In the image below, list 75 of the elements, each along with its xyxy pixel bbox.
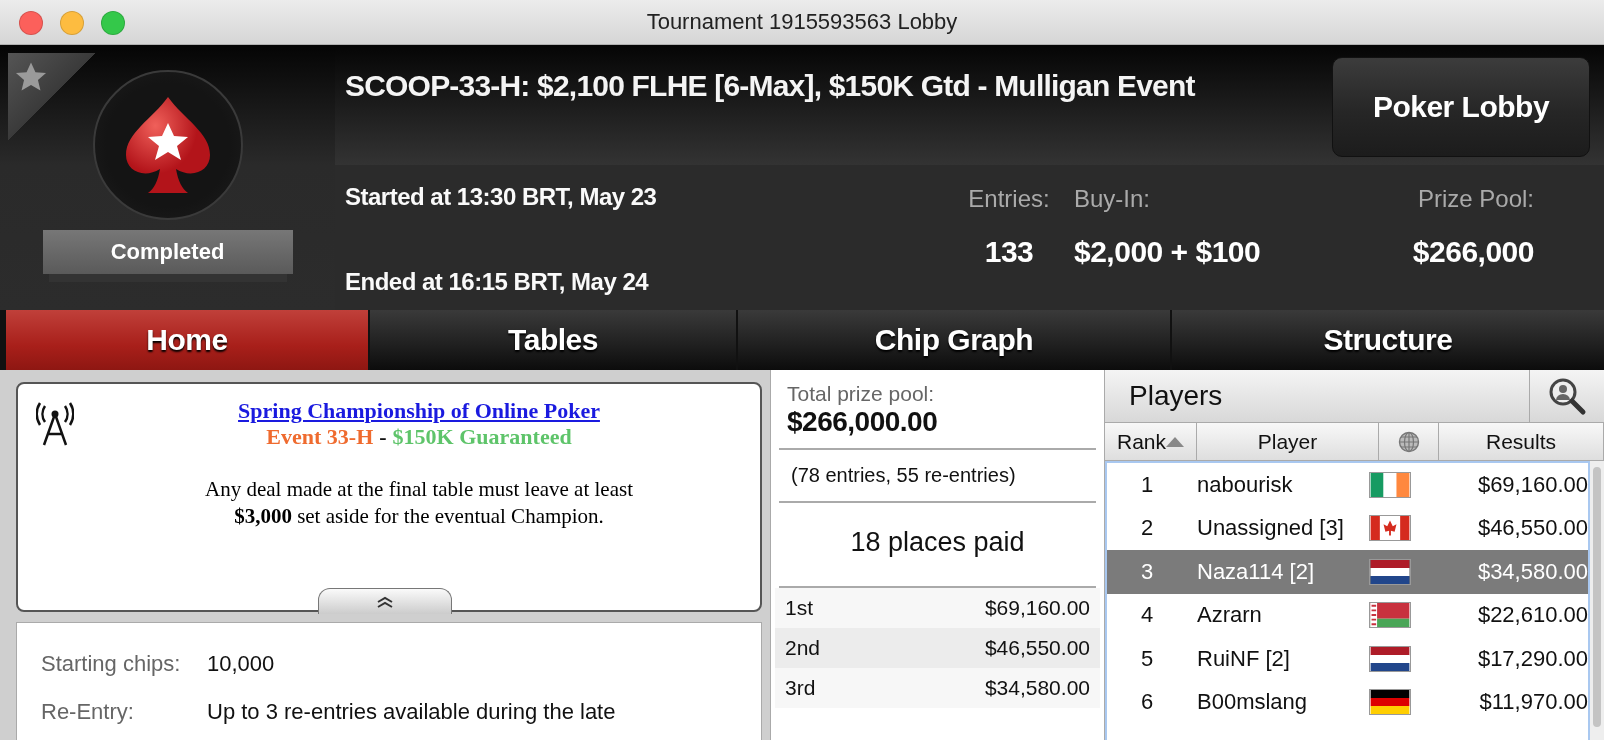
detail-value: 10,000 <box>207 651 276 677</box>
flag-icon <box>1369 471 1411 498</box>
payout-amount: $46,550.00 <box>984 636 1090 660</box>
detail-label: Starting chips: <box>41 651 182 677</box>
tab[interactable]: Home <box>6 310 368 370</box>
sort-up-icon <box>1166 436 1184 447</box>
flag-icon <box>1369 515 1411 542</box>
start-time: Started at 13:30 BRT, May 23 <box>345 183 657 211</box>
stat-value: $2,000 + $100 <box>1074 235 1261 269</box>
tab[interactable]: Structure <box>1172 310 1604 370</box>
payout-place: 1st <box>785 596 813 620</box>
rank-cell-text: 6 <box>1139 689 1155 716</box>
player-row[interactable]: 3 Naza114 [2] $34,580.00 <box>1107 550 1588 594</box>
detail-label: Re-Entry: <box>41 699 135 725</box>
stat-label: Buy-In: <box>1074 185 1151 213</box>
star-icon[interactable] <box>14 61 48 93</box>
column-header[interactable]: Rank <box>1105 423 1197 460</box>
close-icon[interactable] <box>19 11 43 35</box>
payout-amount: $34,580.00 <box>984 676 1090 700</box>
stat-label: Prize Pool: <box>1417 185 1534 213</box>
flag-icon <box>1369 689 1411 716</box>
player-name: RuiNF [2] <box>1196 645 1291 672</box>
tournament-title: SCOOP-33-H: $2,100 FLHE [6-Max], $150K Gtd - Mulligan Event <box>345 69 1195 103</box>
flag-icon <box>1369 602 1411 629</box>
rank-cell-text: 1 <box>1139 471 1155 498</box>
rank-cell-text: 5 <box>1139 645 1155 672</box>
tab[interactable]: Tables <box>370 310 736 370</box>
flag-icon <box>1369 558 1411 585</box>
player-row[interactable]: 4 Azrarn $22,610.00 <box>1107 593 1588 637</box>
prize-pool-value: $266,000.00 <box>787 406 939 438</box>
player-name: Naza114 [2] <box>1196 558 1315 585</box>
payout-place: 2nd <box>785 636 821 660</box>
rank-cell-text: 4 <box>1139 602 1155 629</box>
player-name: Unassigned [3] <box>1196 515 1345 542</box>
player-name: nabourisk <box>1196 471 1294 498</box>
player-row[interactable]: 1 nabourisk $69,160.00 <box>1107 463 1588 507</box>
column-header[interactable]: Player <box>1197 423 1379 460</box>
result-cell-text: $22,610.00 <box>1476 602 1588 629</box>
result-cell-text: $46,550.00 <box>1476 515 1588 542</box>
player-row[interactable]: 6 B00mslang $11,970.00 <box>1107 680 1588 724</box>
result-cell-text: $11,970.00 <box>1478 689 1588 716</box>
event-subtitle: Event 33-H - $150K Guaranteed <box>266 424 572 450</box>
players-title: Players <box>1128 379 1224 413</box>
tab[interactable]: Chip Graph <box>738 310 1170 370</box>
poker-lobby-button[interactable]: Poker Lobby <box>1332 57 1590 157</box>
player-name: B00mslang <box>1196 689 1309 716</box>
prize-pool-label: Total prize pool: <box>787 382 936 406</box>
rank-cell-text: 3 <box>1139 558 1155 585</box>
player-name: Azrarn <box>1196 602 1263 629</box>
globe-icon <box>1397 430 1420 453</box>
championship-link[interactable]: Spring Championship of Online Poker <box>238 398 600 424</box>
column-header[interactable]: Results <box>1439 423 1604 460</box>
scroll-bar[interactable] <box>1590 461 1604 740</box>
maximize-icon[interactable] <box>101 11 125 35</box>
window-title: Tournament 1915593563 Lobby <box>646 9 958 35</box>
end-time: Ended at 16:15 BRT, May 24 <box>345 268 650 296</box>
result-cell-text: $34,580.00 <box>1476 558 1588 585</box>
player-row[interactable]: 2 Unassigned [3] $46,550.00 <box>1107 506 1588 550</box>
stat-value: $266,000 <box>1412 235 1534 269</box>
antenna-icon <box>36 402 74 446</box>
result-cell-text: $17,290.00 <box>1476 645 1588 672</box>
double-chevron-up-icon <box>376 595 394 608</box>
stat-label: Entries: <box>968 185 1050 213</box>
payout-amount: $69,160.00 <box>984 596 1090 620</box>
collapse-button[interactable] <box>318 588 452 614</box>
result-cell-text: $69,160.00 <box>1476 471 1588 498</box>
flag-icon <box>1369 645 1411 672</box>
stat-value: 133 <box>984 235 1034 269</box>
entries-summary: (78 entries, 55 re-entries) <box>779 450 1096 503</box>
search-icon <box>1547 376 1587 416</box>
notice-text: Any deal made at the final table must leave at least $3,000 set aside for the eventual Champion. <box>204 476 634 530</box>
detail-value: Up to 3 re-entries available during the late <box>207 699 617 725</box>
rank-cell-text: 2 <box>1139 515 1155 542</box>
player-row[interactable]: 5 RuiNF [2] $17,290.00 <box>1107 637 1588 681</box>
payout-place: 3rd <box>785 676 816 700</box>
